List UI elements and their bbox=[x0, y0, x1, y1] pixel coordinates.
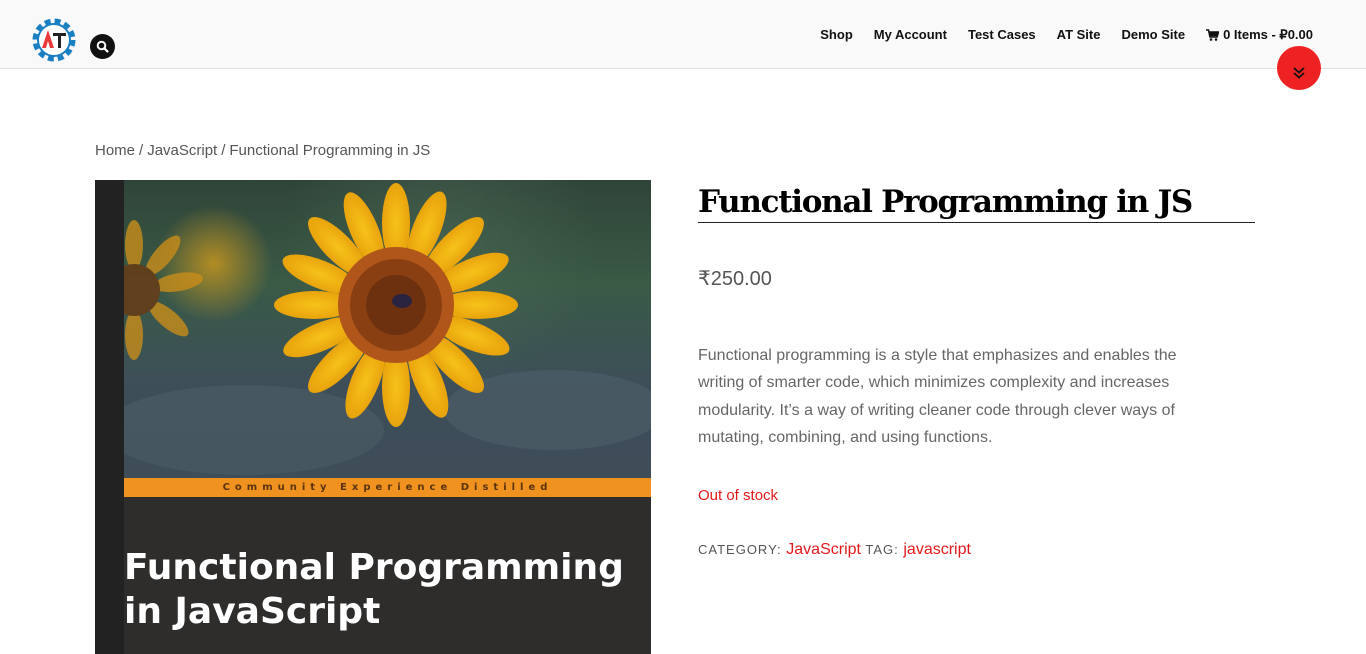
stock-status: Out of stock bbox=[698, 487, 779, 505]
product-title: Functional Programming in JS bbox=[698, 180, 1255, 223]
breadcrumb-category[interactable]: JavaScript bbox=[147, 142, 217, 159]
product-meta: CATEGORY: JavaScript TAG: javascript bbox=[698, 541, 1255, 559]
search-button[interactable] bbox=[90, 34, 115, 59]
product-image[interactable]: Community Experience Distilled Functiona… bbox=[95, 180, 651, 654]
category-label: CATEGORY: bbox=[698, 542, 782, 558]
nav-item-at-site[interactable]: AT Site bbox=[1057, 27, 1101, 43]
breadcrumb-separator: / bbox=[139, 142, 144, 159]
cover-banner: Community Experience Distilled bbox=[124, 478, 651, 497]
scroll-down-button[interactable] bbox=[1277, 46, 1321, 90]
breadcrumb-current: Functional Programming in JS bbox=[229, 142, 431, 159]
nav-item-demo-site[interactable]: Demo Site bbox=[1121, 27, 1185, 43]
cover-title: Functional Programming in JavaScript bbox=[124, 547, 624, 632]
search-icon bbox=[96, 40, 109, 53]
product-price: ₹250.00 bbox=[698, 268, 772, 290]
cart-link[interactable]: 0 Items - ₽0.00 bbox=[1206, 27, 1313, 43]
breadcrumb: Home / JavaScript / Functional Programming i… bbox=[95, 142, 430, 159]
cover-sunflower-photo bbox=[104, 180, 651, 478]
double-chevron-down-icon bbox=[1293, 67, 1305, 79]
nav-item-test-cases[interactable]: Test Cases bbox=[968, 27, 1036, 43]
cover-spine bbox=[95, 180, 124, 654]
main-nav: Shop My Account Test Cases AT Site Demo … bbox=[799, 27, 1313, 43]
cover-banner-text: Community Experience Distilled bbox=[222, 482, 553, 493]
cart-summary: 0 Items - ₽0.00 bbox=[1223, 27, 1313, 42]
category-link[interactable]: JavaScript bbox=[786, 541, 861, 558]
breadcrumb-separator: / bbox=[221, 142, 226, 159]
product-summary: Functional Programming in JS ₹250.00 Fun… bbox=[698, 180, 1255, 559]
nav-item-shop[interactable]: Shop bbox=[820, 27, 853, 43]
tag-label: TAG: bbox=[865, 542, 899, 558]
site-header: Shop My Account Test Cases AT Site Demo … bbox=[0, 0, 1366, 69]
cart-icon bbox=[1206, 29, 1220, 41]
breadcrumb-home[interactable]: Home bbox=[95, 142, 135, 159]
gear-logo-icon bbox=[32, 18, 76, 62]
site-logo[interactable] bbox=[28, 14, 80, 66]
product-description: Functional programming is a style that e… bbox=[698, 347, 1177, 446]
nav-item-my-account[interactable]: My Account bbox=[874, 27, 947, 43]
sunflower-graphic bbox=[104, 183, 651, 478]
tag-link[interactable]: javascript bbox=[903, 541, 971, 558]
